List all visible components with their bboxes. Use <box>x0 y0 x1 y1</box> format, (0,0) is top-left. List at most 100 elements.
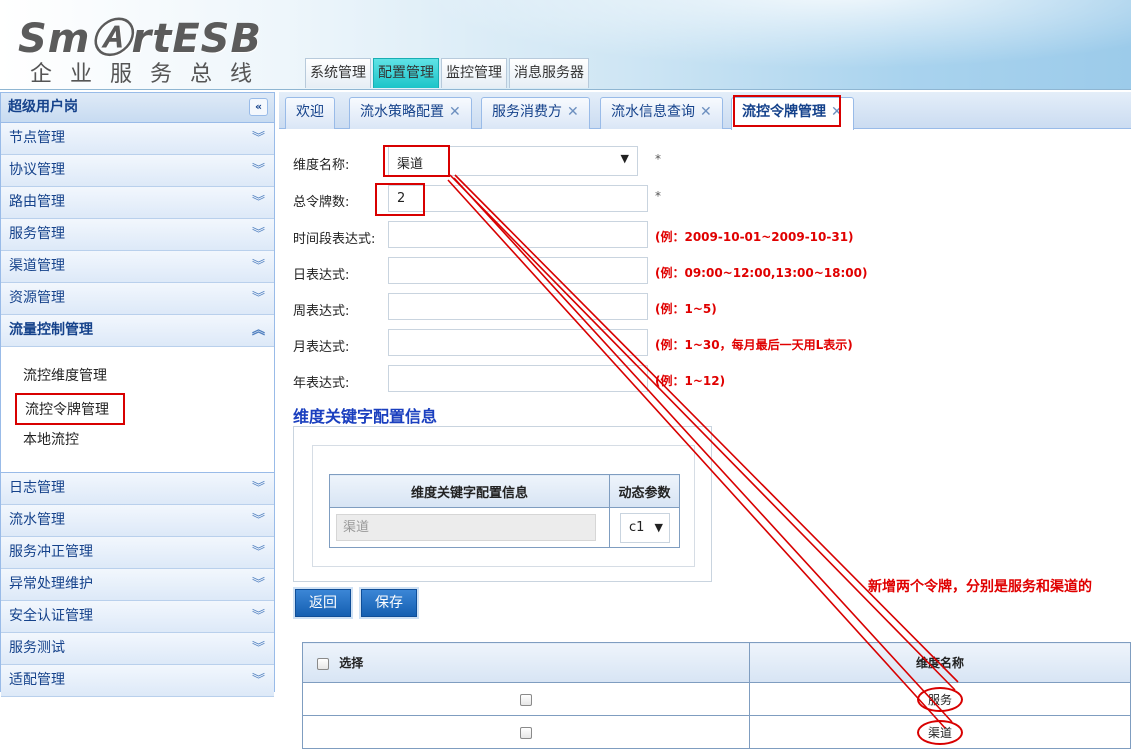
sidebar-item-label: 异常处理维护 <box>9 576 93 592</box>
keyword-fieldset: 维度关键字配置信息 动态参数 渠道 c1 ▼ <box>293 426 712 582</box>
monthly-label: 月表达式: <box>293 340 350 355</box>
tab-flow-token[interactable]: 流控令牌管理 ✕ <box>731 97 854 130</box>
dimension-label: 维度名称: <box>293 158 350 173</box>
sidebar-item-security[interactable]: 安全认证管理 ︾ <box>1 601 274 633</box>
sidebar-item-label: 安全认证管理 <box>9 608 93 624</box>
app-header: SmⒶrtESB 企业服务总线 系统管理 配置管理 监控管理 消息服务器 <box>0 0 1131 90</box>
dimension-column-header: 维度名称 <box>749 642 1131 683</box>
row-checkbox[interactable] <box>520 726 532 739</box>
submenu-flow-dimension[interactable]: 流控维度管理 <box>15 361 125 393</box>
annotation-text: 新增两个令牌，分别是服务和渠道的 <box>868 579 1092 595</box>
sidebar-item-service-test[interactable]: 服务测试 ︾ <box>1 633 274 665</box>
top-nav-config[interactable]: 配置管理 <box>373 58 439 88</box>
select-all-checkbox[interactable] <box>317 657 329 670</box>
table-row[interactable]: 渠道 <box>302 715 1131 749</box>
required-mark: * <box>655 152 661 166</box>
back-button[interactable]: 返回 <box>295 589 351 617</box>
dimension-cell: 渠道 <box>916 719 963 745</box>
sidebar-item-route[interactable]: 路由管理 ︾ <box>1 187 274 219</box>
daily-label: 日表达式: <box>293 268 350 283</box>
sidebar-item-service[interactable]: 服务管理 ︾ <box>1 219 274 251</box>
slogan-text: 企业服务总线 <box>30 62 271 87</box>
sidebar-item-protocol[interactable]: 协议管理 ︾ <box>1 155 274 187</box>
sidebar-item-log[interactable]: 日志管理 ︾ <box>1 473 274 505</box>
tab-label: 服务消费方 <box>492 104 562 120</box>
tab-welcome[interactable]: 欢迎 <box>285 97 335 129</box>
sidebar-item-label: 服务测试 <box>9 640 65 656</box>
collapse-sidebar-icon[interactable]: « <box>249 98 268 116</box>
select-header-label: 选择 <box>339 656 364 670</box>
expand-chevron-icon: ︾ <box>251 291 265 306</box>
submenu-local-flow[interactable]: 本地流控 <box>15 425 125 457</box>
sidebar-item-label: 路由管理 <box>9 194 65 210</box>
daily-input[interactable] <box>388 257 648 284</box>
time-range-input[interactable] <box>388 221 648 248</box>
sidebar-item-reversal[interactable]: 服务冲正管理 ︾ <box>1 537 274 569</box>
expand-chevron-icon: ︾ <box>251 195 265 210</box>
tab-label: 流控令牌管理 <box>742 104 826 120</box>
expand-chevron-icon: ︾ <box>251 259 265 274</box>
table-row: 渠道 c1 ▼ <box>329 507 680 548</box>
top-nav: 系统管理 配置管理 监控管理 消息服务器 <box>305 58 591 88</box>
yearly-input[interactable] <box>388 365 648 392</box>
expand-chevron-icon: ︾ <box>251 227 265 242</box>
tab-service-consumer[interactable]: 服务消费方 ✕ <box>481 97 590 129</box>
param-select[interactable]: c1 ▼ <box>620 512 670 543</box>
sidebar-item-label: 适配管理 <box>9 672 65 688</box>
sidebar-item-label: 资源管理 <box>9 290 65 306</box>
top-nav-monitor[interactable]: 监控管理 <box>441 58 507 88</box>
save-button[interactable]: 保存 <box>361 589 417 617</box>
time-range-label: 时间段表达式: <box>293 232 376 247</box>
sidebar-item-node[interactable]: 节点管理 ︾ <box>1 123 274 155</box>
table-row[interactable]: 服务 <box>302 682 1131 716</box>
dimension-select-value: 渠道 <box>397 157 424 172</box>
sidebar-item-label: 协议管理 <box>9 162 65 178</box>
sidebar-item-flow[interactable]: 流水管理 ︾ <box>1 505 274 537</box>
top-nav-message-server[interactable]: 消息服务器 <box>509 58 589 88</box>
expand-chevron-icon: ︾ <box>251 545 265 560</box>
total-tokens-label: 总令牌数: <box>293 195 350 210</box>
close-icon[interactable]: ✕ <box>449 104 461 120</box>
time-range-hint: (例：2009-10-01~2009-10-31) <box>655 230 854 244</box>
sidebar-title: 超级用户岗 <box>8 99 78 115</box>
daily-hint: (例：09:00~12:00,13:00~18:00) <box>655 266 868 280</box>
expand-chevron-icon: ︾ <box>251 131 265 146</box>
dimension-select[interactable]: 渠道 ▼ <box>388 146 638 176</box>
row-checkbox[interactable] <box>520 693 532 706</box>
close-icon[interactable]: ✕ <box>700 104 712 120</box>
dropdown-arrow-icon: ▼ <box>620 152 629 165</box>
weekly-hint: (例：1~5) <box>655 302 717 316</box>
expand-chevron-icon: ︾ <box>251 641 265 656</box>
weekly-input[interactable] <box>388 293 648 320</box>
sidebar-item-label: 流水管理 <box>9 512 65 528</box>
sidebar-item-channel[interactable]: 渠道管理 ︾ <box>1 251 274 283</box>
close-icon[interactable]: ✕ <box>831 104 843 120</box>
monthly-input[interactable] <box>388 329 648 356</box>
sidebar-item-label: 服务冲正管理 <box>9 544 93 560</box>
sidebar-item-label: 渠道管理 <box>9 258 65 274</box>
tab-flow-query[interactable]: 流水信息查询 ✕ <box>600 97 723 129</box>
param-select-value: c1 <box>629 519 645 535</box>
top-nav-system[interactable]: 系统管理 <box>305 58 371 88</box>
close-icon[interactable]: ✕ <box>567 104 579 120</box>
param-column-header: 动态参数 <box>609 474 680 508</box>
yearly-hint: (例：1~12) <box>655 374 726 388</box>
sidebar-item-exception[interactable]: 异常处理维护 ︾ <box>1 569 274 601</box>
sidebar-item-adapter[interactable]: 适配管理 ︾ <box>1 665 274 697</box>
monthly-hint: (例：1~30，每月最后一天用L表示) <box>655 338 853 352</box>
expand-chevron-icon: ︾ <box>251 513 265 528</box>
submenu-flow-token[interactable]: 流控令牌管理 <box>15 393 125 425</box>
keyword-readonly-input: 渠道 <box>336 514 596 541</box>
sidebar-item-flow-control[interactable]: 流量控制管理 ︽ <box>1 315 274 347</box>
tab-flow-policy[interactable]: 流水策略配置 ✕ <box>349 97 472 129</box>
sidebar-item-resource[interactable]: 资源管理 ︾ <box>1 283 274 315</box>
expand-chevron-icon: ︾ <box>251 609 265 624</box>
tab-label: 流水策略配置 <box>360 104 444 120</box>
expand-chevron-icon: ︾ <box>251 481 265 496</box>
dimension-cell: 服务 <box>916 686 963 712</box>
tab-bar: 欢迎 流水策略配置 ✕ 服务消费方 ✕ 流水信息查询 ✕ 流控令牌管理 ✕ <box>279 92 1131 130</box>
collapse-chevron-icon: ︽ <box>251 323 265 338</box>
required-mark: * <box>655 189 661 203</box>
total-tokens-input[interactable]: 2 <box>388 185 648 212</box>
keyword-section-title: 维度关键字配置信息 <box>293 407 438 426</box>
